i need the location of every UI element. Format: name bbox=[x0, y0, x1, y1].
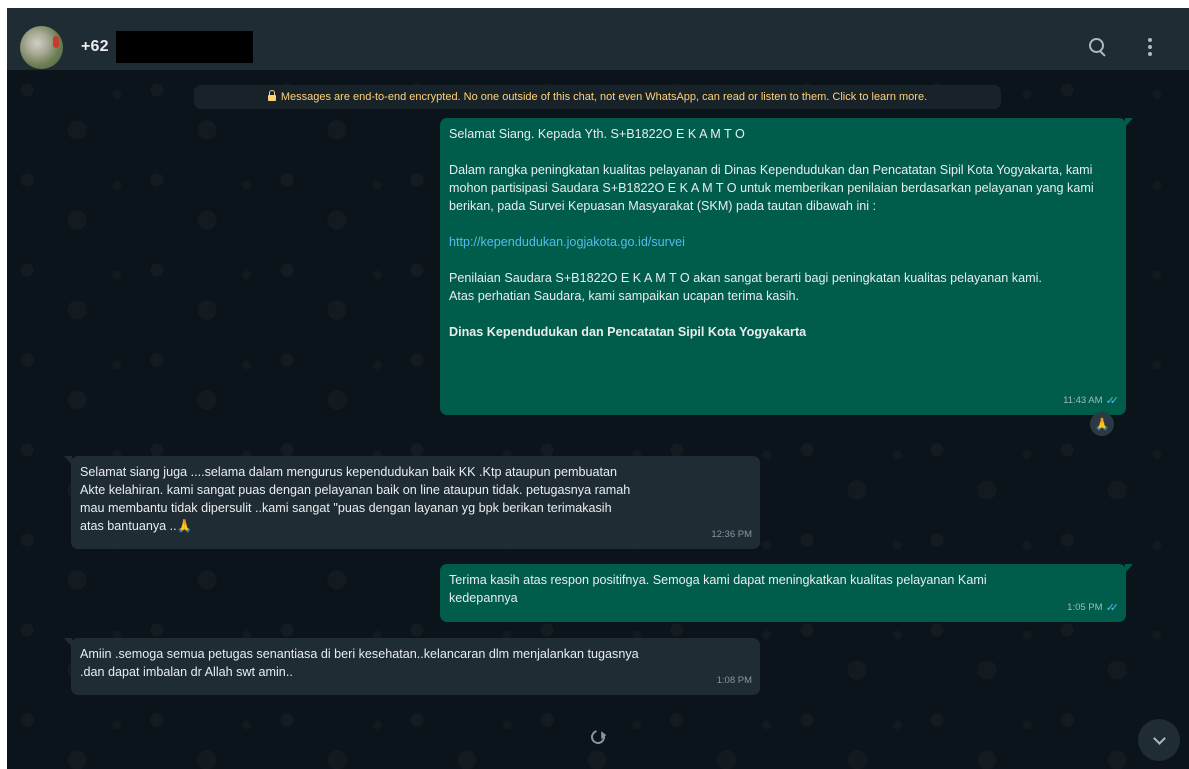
encryption-notice-text: Messages are end-to-end encrypted. No on… bbox=[280, 91, 928, 103]
bubble-tail bbox=[1125, 118, 1133, 127]
message-text-line: Terima kasih atas respon positifnya. Sem… bbox=[449, 573, 987, 587]
message-incoming[interactable]: Selamat siang juga ....selama dalam meng… bbox=[64, 456, 760, 549]
kebab-menu-icon bbox=[1148, 38, 1152, 56]
message-closing-2: Atas perhatian Saudara, kami sampaikan u… bbox=[449, 289, 800, 303]
bubble-tail bbox=[64, 638, 72, 647]
contact-avatar[interactable] bbox=[20, 25, 63, 69]
message-time: 1:05 PM bbox=[1067, 602, 1103, 613]
message-greeting: Selamat Siang. Kepada Yth. S+B1822O E K … bbox=[449, 127, 745, 141]
survey-link[interactable]: http://kependudukan.jogjakota.go.id/surv… bbox=[449, 235, 685, 249]
read-ticks-icon: ✓✓ bbox=[1105, 395, 1120, 407]
message-signature: Dinas Kependudukan dan Pencatatan Sipil … bbox=[449, 325, 807, 339]
search-button[interactable] bbox=[1081, 32, 1115, 62]
refresh-button[interactable] bbox=[584, 723, 612, 751]
message-text-line: Akte kelahiran. kami sangat puas dengan … bbox=[80, 483, 631, 497]
redacted-phone-number bbox=[115, 31, 253, 63]
scroll-to-bottom-button[interactable] bbox=[1138, 719, 1180, 761]
message-closing-1: Penilaian Saudara S+B1822O E K A M T O a… bbox=[449, 271, 1042, 285]
contact-name[interactable]: +62 bbox=[81, 38, 109, 56]
header-actions bbox=[1063, 32, 1167, 62]
message-text-line: kedepannya bbox=[449, 591, 518, 605]
message-body: Dalam rangka peningkatan kualitas pelaya… bbox=[449, 163, 1094, 213]
message-meta: 11:43 AM ✓✓ bbox=[1063, 392, 1120, 410]
refresh-icon bbox=[588, 727, 608, 747]
message-time: 1:08 PM bbox=[716, 675, 752, 686]
message-text-line: Amiin .semoga semua petugas senantiasa d… bbox=[80, 647, 639, 661]
bubble-tail bbox=[1125, 564, 1133, 573]
chevron-down-icon bbox=[1152, 731, 1166, 745]
message-incoming[interactable]: Amiin .semoga semua petugas senantiasa d… bbox=[64, 638, 760, 695]
reaction-badge[interactable]: 🙏 bbox=[1090, 412, 1114, 436]
read-ticks-icon: ✓✓ bbox=[1105, 602, 1120, 614]
encryption-notice[interactable]: Messages are end-to-end encrypted. No on… bbox=[194, 85, 1001, 109]
search-icon bbox=[1089, 38, 1107, 56]
message-meta: 1:08 PM bbox=[717, 672, 752, 690]
message-time: 11:43 AM bbox=[1063, 395, 1103, 406]
message-text-line: atas bantuanya ..🙏 bbox=[80, 519, 193, 533]
message-meta: 12:36 PM bbox=[711, 526, 752, 544]
lock-icon bbox=[267, 89, 276, 103]
message-text-line: Selamat siang juga ....selama dalam meng… bbox=[80, 465, 617, 479]
message-time: 12:36 PM bbox=[711, 529, 752, 540]
message-text-line: .dan dapat imbalan dr Allah swt amin.. bbox=[80, 665, 293, 679]
bubble-tail bbox=[64, 456, 72, 465]
whatsapp-window: +62 Messages are end-to-end encrypted. N… bbox=[7, 8, 1189, 769]
message-text-line: mau membantu tidak dipersulit ..kami san… bbox=[80, 501, 612, 515]
message-outgoing[interactable]: Selamat Siang. Kepada Yth. S+B1822O E K … bbox=[440, 118, 1133, 415]
message-list[interactable]: Messages are end-to-end encrypted. No on… bbox=[7, 70, 1189, 769]
message-meta: 1:05 PM ✓✓ bbox=[1067, 599, 1120, 617]
message-outgoing[interactable]: Terima kasih atas respon positifnya. Sem… bbox=[440, 564, 1133, 622]
menu-button[interactable] bbox=[1133, 32, 1167, 62]
